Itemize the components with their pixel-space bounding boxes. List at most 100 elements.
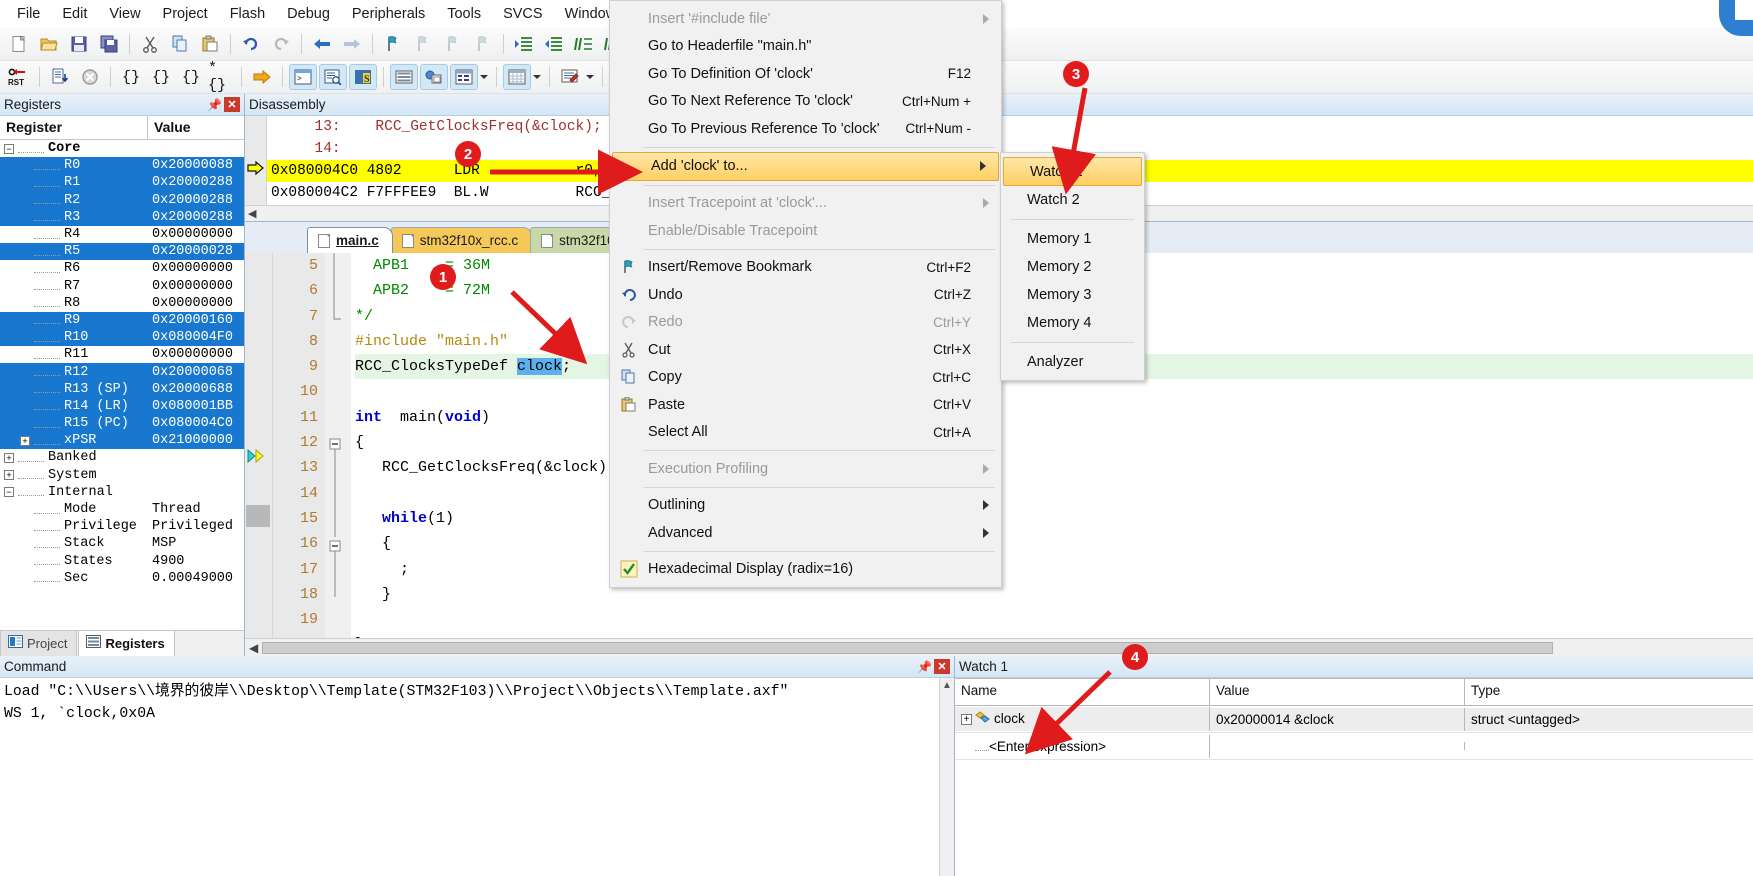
submenu-item-analyzer[interactable]: Analyzer (1001, 348, 1144, 376)
registers-tree[interactable]: − Core R0 0x20000088 R1 0x20000288 R2 0x2000028… (0, 140, 244, 630)
disassembly-line[interactable]: 13: RCC_GetClocksFreq(&clock); (267, 116, 1753, 138)
navigate-back-icon[interactable] (308, 31, 336, 57)
registers-group-system[interactable]: + System (0, 467, 244, 484)
brace-next-icon[interactable]: {} (147, 64, 175, 90)
register-row-r7[interactable]: R7 0x00000000 (0, 278, 244, 295)
chevron-down-icon[interactable] (533, 75, 541, 79)
call-stack-icon[interactable] (420, 64, 448, 90)
menu-item-edit[interactable]: Edit (51, 2, 98, 26)
bookmark-icon[interactable] (379, 31, 407, 57)
registers-group-internal[interactable]: − Internal (0, 484, 244, 501)
register-row-r3[interactable]: R3 0x20000288 (0, 208, 244, 226)
symbols-window-icon[interactable]: S (349, 64, 377, 90)
register-row-stack[interactable]: Stack MSP (0, 535, 244, 552)
menu-item-flash[interactable]: Flash (219, 2, 276, 26)
tree-expand-icon[interactable]: + (4, 470, 14, 481)
register-row-r2[interactable]: R2 0x20000288 (0, 191, 244, 209)
cut-icon[interactable] (136, 31, 164, 57)
watch-row[interactable]: + clock 0x20000014 &clock struct <untagged> (955, 706, 1753, 733)
context-menu-item-select-all[interactable]: Select All Ctrl+A (610, 419, 1001, 447)
add-clock-to-submenu[interactable]: Watch 1 Watch 2 Memory 1 Memory 2 Memory 3 Me… (1000, 152, 1145, 381)
context-menu-item-copy[interactable]: Copy Ctrl+C (610, 364, 1001, 392)
context-menu-item-go-to-next-reference-to-clock[interactable]: Go To Next Reference To 'clock' Ctrl+Num … (610, 88, 1001, 116)
bookmark-next-icon[interactable] (439, 31, 467, 57)
registers-group-core[interactable]: − Core (0, 140, 244, 157)
menu-item-svcs[interactable]: SVCS (492, 2, 554, 26)
chevron-down-icon[interactable] (586, 75, 594, 79)
context-menu-item-hexadecimal-display-radix-16[interactable]: Hexadecimal Display (radix=16) (610, 556, 1001, 584)
context-menu-item-undo[interactable]: Undo Ctrl+Z (610, 281, 1001, 309)
submenu-item-memory-2[interactable]: Memory 2 (1001, 253, 1144, 281)
close-icon[interactable]: ✕ (934, 659, 950, 674)
code-line[interactable]: { (355, 430, 1753, 455)
watch-row-value[interactable] (1210, 742, 1465, 750)
registers-window-icon[interactable] (390, 64, 418, 90)
tree-expand-icon[interactable]: + (20, 435, 30, 446)
submenu-item-watch-2[interactable]: Watch 2 (1001, 186, 1144, 214)
register-row-r1[interactable]: R1 0x20000288 (0, 174, 244, 192)
tree-collapse-icon[interactable]: − (4, 143, 14, 154)
pin-icon[interactable]: 📌 (207, 97, 222, 112)
tree-expand-icon[interactable]: + (961, 713, 972, 725)
pane-tab-project[interactable]: Project (0, 630, 78, 656)
command-output[interactable]: Load "C:\\Users\\境界的彼岸\\Desktop\\Templat… (0, 678, 939, 876)
context-menu-item-go-to-headerfile-main-h[interactable]: Go to Headerfile "main.h" (610, 33, 1001, 61)
navigate-forward-icon[interactable] (338, 31, 366, 57)
chevron-down-icon[interactable] (480, 75, 488, 79)
register-row-r4[interactable]: R4 0x00000000 (0, 226, 244, 243)
close-icon[interactable]: ✕ (224, 97, 240, 112)
download-icon[interactable] (46, 64, 74, 90)
context-menu-item-advanced[interactable]: Advanced (610, 519, 1001, 547)
redo-icon[interactable] (267, 31, 295, 57)
menu-item-debug[interactable]: Debug (276, 2, 341, 26)
register-row-xpsr[interactable]: + xPSR 0x21000000 (0, 432, 244, 450)
register-row-r11[interactable]: R11 0x00000000 (0, 346, 244, 363)
bookmark-clear-icon[interactable] (469, 31, 497, 57)
open-file-icon[interactable] (35, 31, 63, 57)
register-row-sec[interactable]: Sec 0.00049000 (0, 570, 244, 587)
code-line[interactable] (355, 607, 1753, 632)
code-line[interactable]: while(1) (355, 506, 1753, 531)
context-menu-item-paste[interactable]: Paste Ctrl+V (610, 391, 1001, 419)
editor-fold-margin[interactable] (325, 253, 351, 638)
watch-row-value[interactable]: 0x20000014 &clock (1210, 707, 1465, 731)
memory-window-icon[interactable] (503, 64, 531, 90)
bookmark-prev-icon[interactable] (409, 31, 437, 57)
register-row-r6[interactable]: R6 0x00000000 (0, 260, 244, 277)
menu-item-view[interactable]: View (98, 2, 151, 26)
comment-icon[interactable] (570, 31, 598, 57)
editor-context-menu[interactable]: Insert '#include file' Go to Headerfile "… (609, 0, 1002, 588)
submenu-item-memory-4[interactable]: Memory 4 (1001, 309, 1144, 337)
disassembly-window-icon[interactable] (319, 64, 347, 90)
submenu-item-watch-1[interactable]: Watch 1 (1003, 157, 1142, 186)
register-row-privilege[interactable]: Privilege Privileged (0, 518, 244, 535)
menu-item-project[interactable]: Project (152, 2, 219, 26)
brace-prev-icon[interactable]: {} (177, 64, 205, 90)
copy-icon[interactable] (166, 31, 194, 57)
menu-item-tools[interactable]: Tools (436, 2, 492, 26)
watch-table[interactable]: Name Value Type + clock 0x20000014 &clock s… (955, 678, 1753, 876)
paste-icon[interactable] (196, 31, 224, 57)
context-menu-item-insert-remove-bookmark[interactable]: Insert/Remove Bookmark Ctrl+F2 (610, 254, 1001, 282)
editor-breakpoint-margin[interactable] (245, 253, 273, 638)
register-row-r15[interactable]: R15 (PC) 0x080004C0 (0, 415, 244, 433)
editor-tab-stm32f10x_rcc-c[interactable]: stm32f10x_rcc.c (390, 227, 533, 253)
submenu-item-memory-3[interactable]: Memory 3 (1001, 281, 1144, 309)
watch-row-name[interactable]: <Enter expression> (955, 734, 1210, 758)
stop-icon[interactable] (76, 64, 104, 90)
code-line[interactable]: } (355, 582, 1753, 607)
register-row-r8[interactable]: R8 0x00000000 (0, 295, 244, 312)
context-menu-item-outlining[interactable]: Outlining (610, 492, 1001, 520)
register-row-r14[interactable]: R14 (LR) 0x080001BB (0, 397, 244, 415)
selected-identifier[interactable]: clock (517, 358, 563, 376)
watch-row-name[interactable]: + clock (955, 706, 1210, 732)
code-line[interactable] (355, 379, 1753, 404)
code-line[interactable]: ; (355, 557, 1753, 582)
tree-expand-icon[interactable]: + (4, 452, 14, 463)
indent-icon[interactable] (510, 31, 538, 57)
registers-group-banked[interactable]: + Banked (0, 449, 244, 466)
code-line[interactable]: } (355, 632, 1753, 638)
brace-match-icon[interactable]: {} (117, 64, 145, 90)
watch-row[interactable]: <Enter expression> (955, 733, 1753, 760)
register-row-r10[interactable]: R10 0x080004F0 (0, 329, 244, 347)
